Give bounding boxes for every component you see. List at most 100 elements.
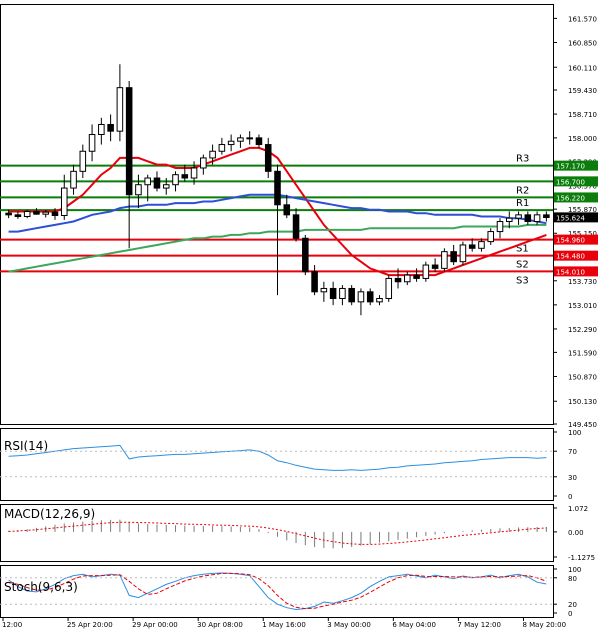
stoch-tick-label: 100	[568, 566, 581, 574]
x-tick-label: 3 May 00:00	[327, 621, 371, 629]
price-tick-label: 150.870	[568, 373, 597, 381]
level-name-r2: R2	[516, 185, 529, 196]
price-tick-label: 161.570	[568, 15, 597, 23]
x-tick-label: 8 May 20:00	[522, 621, 566, 629]
stoch-tick-label: 20	[568, 601, 577, 609]
x-tick-label: 25 Apr 20:00	[67, 621, 113, 629]
candle-up	[376, 298, 383, 303]
candle-up	[404, 274, 411, 283]
candle-down	[33, 210, 40, 215]
price-tick-label: 160.110	[568, 64, 597, 72]
macd-tick-label: 0.00	[568, 529, 584, 537]
rsi-tick-label: 30	[568, 474, 577, 482]
candle-up	[70, 170, 77, 189]
current-price-label: 155.624	[556, 214, 585, 222]
candle-up	[339, 287, 346, 300]
candle-up	[135, 184, 142, 196]
price-tick-label: 158.000	[568, 135, 597, 143]
candle-up	[227, 140, 235, 146]
candle-down	[348, 287, 355, 303]
candle-up	[116, 87, 124, 132]
candle-up	[209, 150, 216, 159]
price-tick-label: 159.430	[568, 87, 597, 95]
candle-up	[459, 244, 467, 263]
candle-up	[422, 264, 430, 279]
candle-up	[172, 174, 179, 186]
candle-up	[88, 134, 96, 152]
candle-down	[468, 244, 476, 249]
price-tick-label: 153.730	[568, 278, 597, 286]
chart-canvas: 161.570 160.850 160.110 159.430 158.710 158.0…	[0, 0, 600, 633]
candle-up	[441, 251, 448, 269]
candle-down	[431, 264, 439, 269]
candle-down	[329, 287, 337, 300]
candle-up	[162, 184, 170, 189]
level-price-label: 154.480	[556, 253, 585, 261]
candle-up	[515, 214, 522, 219]
candle-up	[200, 157, 207, 169]
candle-down	[5, 212, 12, 216]
candle-up	[79, 150, 87, 172]
price-tick-label: 158.710	[568, 111, 597, 119]
candle-down	[274, 170, 281, 206]
candle-up	[218, 144, 226, 152]
candle-up	[246, 137, 253, 140]
candle-down	[125, 87, 133, 196]
chart-root: 161.570 160.850 160.110 159.430 158.710 158.0…	[0, 0, 600, 633]
level-name-s3: S3	[516, 275, 529, 286]
candle-up	[320, 287, 328, 293]
price-tick-label: 149.450	[568, 421, 597, 429]
price-tick-label: 151.590	[568, 349, 597, 357]
candle-up	[190, 167, 198, 179]
level-price-label: 156.220	[556, 194, 585, 202]
candle-down	[394, 277, 402, 283]
candle-up	[23, 210, 31, 218]
price-tick-label: 150.130	[568, 398, 597, 406]
candle-down	[292, 214, 300, 239]
candle-down	[153, 177, 161, 189]
level-price-label: 154.960	[556, 237, 585, 245]
candle-up	[42, 211, 50, 215]
candle-down	[366, 291, 374, 303]
candle-down	[450, 251, 457, 263]
stoch-tick-label: 0	[568, 610, 572, 618]
candle-up	[478, 241, 485, 249]
rsi-tick-label: 0	[568, 493, 572, 501]
candle-down	[255, 137, 263, 146]
candle-down	[302, 237, 309, 273]
level-price-label: 154.010	[556, 268, 585, 276]
level-name-r1: R1	[516, 198, 529, 209]
candle-down	[413, 274, 420, 279]
candle-up	[144, 177, 151, 186]
x-tick-label: 12:00	[2, 621, 22, 629]
candle-down	[543, 214, 550, 219]
stoch-title: Stoch(9,6,3)	[4, 580, 78, 594]
level-price-label: 157.170	[556, 163, 585, 171]
price-tick-label: 152.290	[568, 326, 597, 334]
x-tick-label: 30 Apr 08:00	[197, 621, 243, 629]
candle-down	[283, 204, 291, 216]
price-tick-label: 160.850	[568, 39, 597, 47]
candle-down	[107, 123, 114, 132]
candle-down	[51, 211, 59, 217]
macd-title: MACD(12,26,9)	[4, 507, 95, 521]
candle-up	[60, 187, 68, 217]
candle-up	[533, 214, 541, 223]
x-tick-label: 7 May 12:00	[457, 621, 501, 629]
candle-up	[496, 221, 504, 233]
stoch-tick-label: 80	[568, 575, 577, 583]
level-name-s2: S2	[516, 260, 529, 271]
rsi-tick-label: 70	[568, 448, 577, 456]
candle-down	[311, 271, 318, 293]
candle-down	[14, 214, 22, 218]
candle-up	[385, 277, 393, 300]
macd-tick-label: -1.1275	[568, 554, 595, 562]
macd-tick-label: 1.072	[568, 505, 588, 513]
x-tick-label: 29 Apr 00:00	[132, 621, 178, 629]
price-tick-label: 153.010	[568, 302, 597, 310]
candle-up	[237, 137, 244, 142]
level-price-label: 156.700	[556, 178, 585, 186]
candle-up	[487, 231, 495, 243]
level-name-r3: R3	[516, 154, 529, 165]
candle-down	[264, 144, 272, 172]
